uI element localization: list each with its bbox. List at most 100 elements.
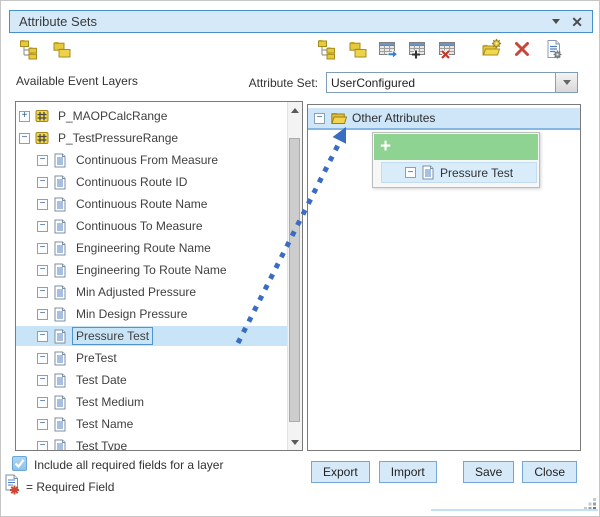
tree-item[interactable]: − PreTest: [16, 348, 287, 368]
attribute-sets-dialog: Attribute Sets ✕ Available Event Layers …: [0, 0, 600, 517]
collapse-icon[interactable]: −: [37, 221, 48, 232]
tree-item-label: Continuous To Measure: [72, 217, 207, 235]
collapse-icon[interactable]: −: [37, 441, 48, 452]
collapse-icon[interactable]: −: [37, 353, 48, 364]
tree-item-label: Test Date: [72, 371, 131, 389]
drop-indicator: +: [374, 134, 538, 160]
tree-item-label: PreTest: [72, 349, 121, 367]
tree-item[interactable]: − Test Type: [16, 436, 287, 451]
attribute-set-label: Attribute Set:: [249, 76, 318, 90]
attribute-set-properties-icon[interactable]: [543, 37, 565, 61]
field-icon: [53, 153, 67, 168]
collapse-icon[interactable]: −: [37, 177, 48, 188]
expand-icon[interactable]: +: [19, 111, 30, 122]
field-icon: [53, 175, 67, 190]
include-required-label: Include all required fields for a layer: [34, 458, 223, 472]
tree-item-label: Continuous Route ID: [72, 173, 191, 191]
remove-attribute-table-icon[interactable]: [437, 37, 459, 61]
tree-item-label: Min Adjusted Pressure: [72, 283, 200, 301]
tree-item-label: Test Type: [72, 437, 131, 451]
delete-attribute-set-icon[interactable]: [511, 37, 533, 61]
expand-attribute-set-icon[interactable]: [317, 37, 339, 61]
export-attribute-table-icon[interactable]: [377, 37, 399, 61]
import-button[interactable]: Import: [379, 461, 437, 483]
include-required-checkbox[interactable]: [12, 456, 27, 471]
scrollbar-thumb[interactable]: [289, 138, 300, 422]
field-icon: [53, 351, 67, 366]
drag-preview: + − Pressure Test: [372, 132, 540, 188]
tree-item-label: Continuous Route Name: [72, 195, 211, 213]
tree-item[interactable]: −Min Design Pressure: [16, 304, 287, 324]
dialog-close-icon[interactable]: ✕: [571, 15, 583, 29]
plus-icon: +: [380, 136, 391, 157]
collapse-icon[interactable]: −: [37, 287, 48, 298]
scrollbar-up-button[interactable]: [288, 102, 302, 118]
open-attribute-folders-icon[interactable]: [347, 37, 369, 61]
tree-item[interactable]: − Continuous From Measure: [16, 150, 287, 170]
attribute-set-value: UserConfigured: [327, 76, 555, 90]
add-attribute-table-icon[interactable]: [407, 37, 429, 61]
dragged-item-label: Pressure Test: [440, 166, 513, 180]
attribute-set-dropdown[interactable]: UserConfigured: [326, 72, 578, 93]
field-icon: [53, 241, 67, 256]
collapse-icon[interactable]: −: [37, 243, 48, 254]
other-attributes-label: Other Attributes: [352, 111, 435, 125]
open-event-layers-icon[interactable]: [51, 37, 73, 61]
field-icon: [53, 197, 67, 212]
tree-item[interactable]: − Test Date: [16, 370, 287, 390]
collapse-icon[interactable]: −: [37, 309, 48, 320]
field-icon: [53, 263, 67, 278]
field-icon: [53, 417, 67, 432]
toolbar-right: [317, 37, 565, 61]
required-field-legend: = Required Field: [26, 480, 114, 494]
tree-item-label: Engineering To Route Name: [72, 261, 231, 279]
collapse-icon[interactable]: −: [37, 419, 48, 430]
collapse-icon[interactable]: −: [37, 331, 48, 342]
tree-item-label: P_TestPressureRange: [54, 129, 182, 147]
attribute-set-dropdown-button[interactable]: [555, 73, 577, 92]
tree-item[interactable]: − Min Adjusted Pressure: [16, 282, 287, 302]
field-icon: [53, 395, 67, 410]
tree-item[interactable]: −Test Medium: [16, 392, 287, 412]
export-button[interactable]: Export: [311, 461, 370, 483]
checkmark-icon: [13, 457, 26, 470]
tree-item[interactable]: +P_MAOPCalcRange: [16, 106, 287, 126]
close-button[interactable]: Close: [522, 461, 577, 483]
collapse-icon: −: [405, 167, 416, 178]
tree-item[interactable]: − Continuous To Measure: [16, 216, 287, 236]
chevron-down-icon: [563, 80, 571, 85]
tree-item[interactable]: − Pressure Test: [16, 326, 287, 346]
dialog-collapse-caret-icon[interactable]: [552, 19, 560, 24]
event-layer-icon: [35, 109, 49, 124]
collapse-icon[interactable]: −: [37, 375, 48, 386]
tree-item-label: Pressure Test: [72, 327, 153, 345]
event-layers-tree: +P_MAOPCalcRange−P_TestPressureRange−Con…: [16, 102, 287, 450]
tree-scrollbar[interactable]: [287, 102, 302, 450]
tree-item[interactable]: − P_TestPressureRange: [16, 128, 287, 148]
tree-item[interactable]: − Continuous Route Name: [16, 194, 287, 214]
toolbar-left: [19, 37, 73, 61]
tree-item[interactable]: − Engineering To Route Name: [16, 260, 287, 280]
collapse-icon[interactable]: −: [19, 133, 30, 144]
collapse-icon[interactable]: −: [37, 397, 48, 408]
collapse-icon[interactable]: −: [37, 265, 48, 276]
expand-event-layers-icon[interactable]: [19, 37, 41, 61]
field-icon: [53, 285, 67, 300]
dialog-titlebar[interactable]: Attribute Sets ✕: [9, 10, 593, 33]
other-attributes-row[interactable]: − Other Attributes: [308, 108, 580, 130]
collapse-icon[interactable]: −: [314, 113, 325, 124]
tree-item[interactable]: −Engineering Route Name: [16, 238, 287, 258]
tree-item[interactable]: −Test Name: [16, 414, 287, 434]
collapse-icon[interactable]: −: [37, 155, 48, 166]
available-event-layers-label: Available Event Layers: [16, 74, 138, 88]
event-layer-icon: [35, 131, 49, 146]
tree-item-label: Continuous From Measure: [72, 151, 222, 169]
scrollbar-down-button[interactable]: [288, 434, 302, 450]
save-button[interactable]: Save: [463, 461, 514, 483]
dragged-item-row: − Pressure Test: [381, 162, 537, 183]
field-icon: [421, 165, 435, 180]
field-icon: [53, 307, 67, 322]
collapse-icon[interactable]: −: [37, 199, 48, 210]
tree-item[interactable]: − Continuous Route ID: [16, 172, 287, 192]
new-attribute-set-icon[interactable]: [481, 37, 503, 61]
